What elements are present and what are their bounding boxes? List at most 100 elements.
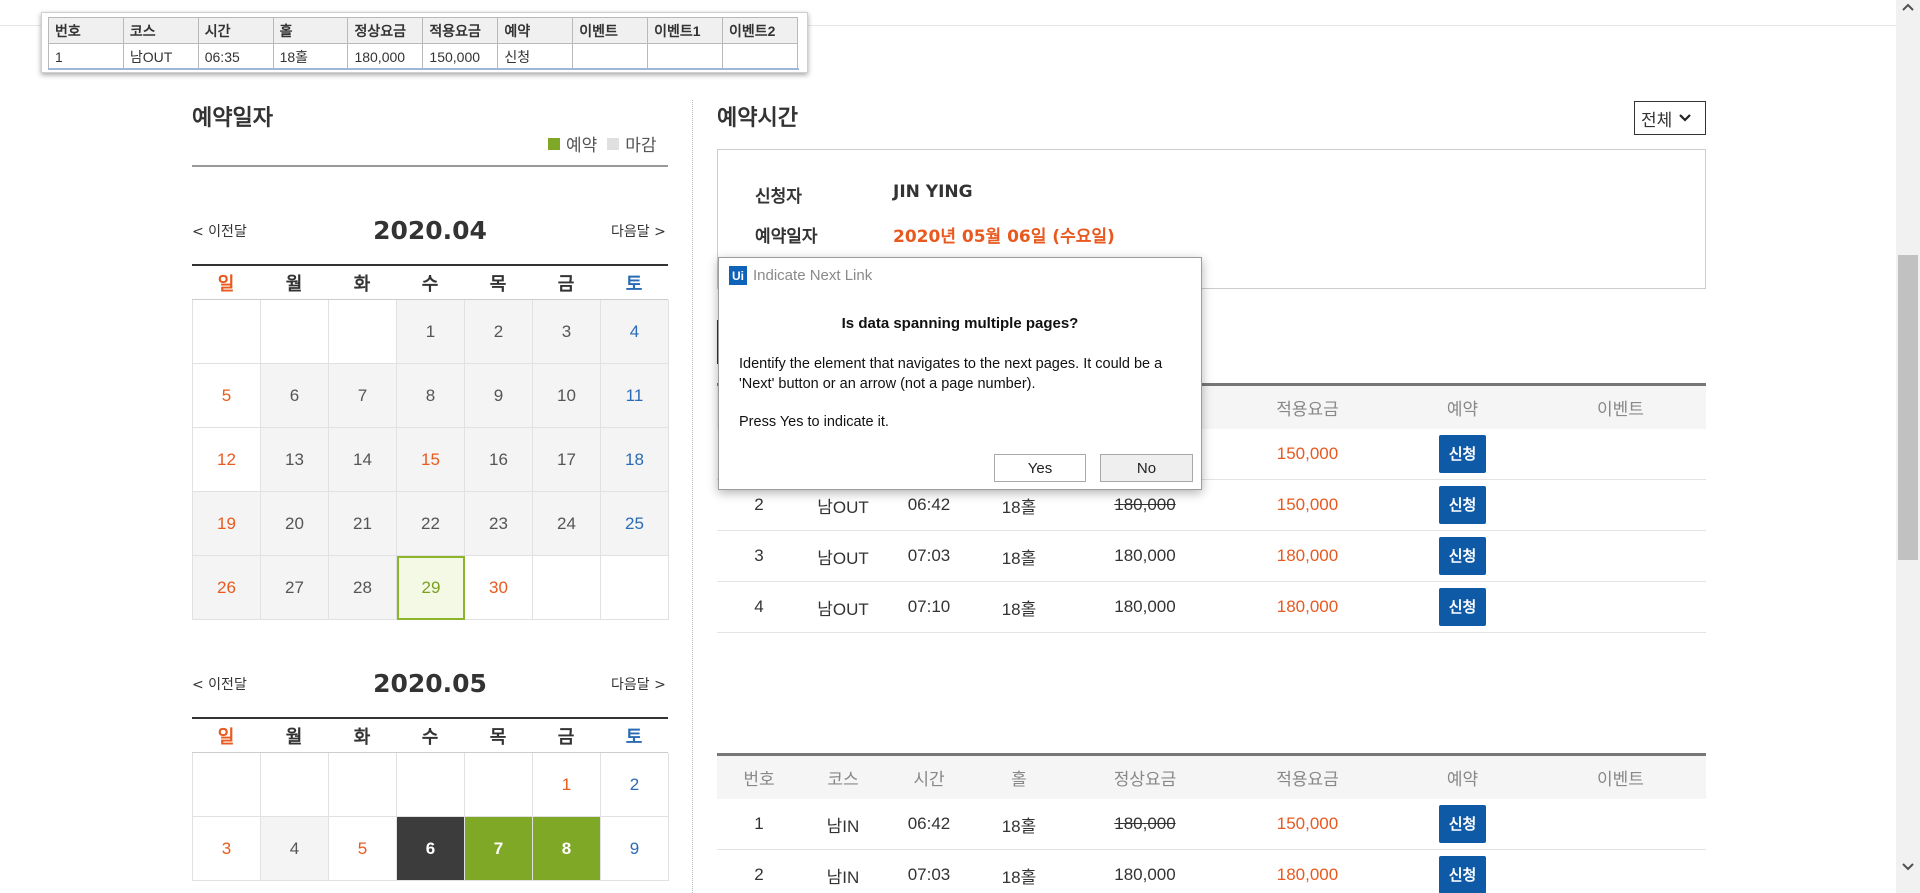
- course-cell: 남IN: [826, 816, 860, 836]
- course-filter-select[interactable]: 전체: [1634, 101, 1706, 135]
- calendar-day[interactable]: 1: [533, 753, 601, 817]
- calendar-day[interactable]: 23: [465, 492, 533, 556]
- preview-cell: 180,000: [347, 43, 424, 70]
- vertical-scrollbar[interactable]: [1896, 0, 1920, 893]
- next-month-link[interactable]: 다음달 >: [611, 221, 666, 241]
- reservation-time-title: 예약시간: [717, 106, 798, 131]
- calendar-day[interactable]: 3: [533, 300, 601, 364]
- calendar-day[interactable]: 4: [601, 300, 669, 364]
- calendar-day[interactable]: 5: [193, 364, 261, 428]
- preview-cell: [572, 43, 649, 70]
- course-cell: 남OUT: [817, 497, 869, 517]
- calendar-day[interactable]: 5: [329, 817, 397, 881]
- apply-button[interactable]: 신청: [1438, 856, 1487, 893]
- calendar-day[interactable]: 8: [533, 817, 601, 881]
- apply-button[interactable]: 신청: [1438, 486, 1487, 524]
- table-header-cell: 적용요금: [1276, 770, 1339, 790]
- calendar-may: 일 월 화 수 목 금 토 12 3456789: [192, 717, 669, 881]
- row-number: 1: [754, 814, 764, 833]
- normal-price-cell: 180,000: [1114, 865, 1176, 884]
- calendar-day[interactable]: 10: [533, 364, 601, 428]
- calendar-day[interactable]: 6: [261, 364, 329, 428]
- yes-button[interactable]: Yes: [994, 454, 1086, 482]
- weekday-label: 금: [557, 273, 575, 295]
- scroll-down-icon[interactable]: [1896, 860, 1920, 876]
- table-header-cell: 홀: [1011, 770, 1027, 790]
- reserve-cell: 신청: [1390, 486, 1535, 524]
- calendar-day[interactable]: 20: [261, 492, 329, 556]
- calendar-day[interactable]: 30: [465, 556, 533, 620]
- hole-cell: 18홀: [1001, 867, 1037, 887]
- chevron-down-icon: [1678, 108, 1692, 128]
- weekday-label: 수: [421, 273, 439, 295]
- preview-cell: 150,000: [422, 43, 499, 70]
- date-label: 예약일자: [755, 227, 818, 247]
- weekday-label: 토: [625, 726, 643, 748]
- preview-cell: 신청: [497, 43, 574, 70]
- dialog-prompt: Press Yes to indicate it.: [739, 414, 889, 430]
- calendar-empty-cell: [601, 556, 669, 620]
- calendar-day[interactable]: 14: [329, 428, 397, 492]
- calendar-day[interactable]: 24: [533, 492, 601, 556]
- scrollbar-thumb[interactable]: [1898, 255, 1918, 560]
- preview-header-cell: 홀: [272, 17, 349, 44]
- row-number: 2: [754, 495, 764, 514]
- calendar-day[interactable]: 27: [261, 556, 329, 620]
- calendar-day[interactable]: 22: [397, 492, 465, 556]
- calendar-day[interactable]: 9: [465, 364, 533, 428]
- weekday-header: 일월화수목금토: [192, 717, 668, 753]
- apply-button[interactable]: 신청: [1438, 537, 1487, 575]
- weekday-label: 목: [489, 273, 507, 295]
- calendar-day[interactable]: 2: [465, 300, 533, 364]
- preview-header-cell: 예약: [497, 17, 574, 44]
- prev-month-link[interactable]: < 이전달: [192, 221, 247, 241]
- calendar-day[interactable]: 15: [397, 428, 465, 492]
- indicate-next-link-dialog: Ui Indicate Next Link Is data spanning m…: [718, 257, 1202, 490]
- calendar-day[interactable]: 18: [601, 428, 669, 492]
- preview-cell: 1: [48, 43, 124, 70]
- weekday-label: 화: [353, 273, 371, 295]
- calendar-day[interactable]: 12: [193, 428, 261, 492]
- weekday-label: 일: [217, 726, 235, 748]
- calendar-legend: 예약 마감: [548, 131, 657, 156]
- calendar-day[interactable]: 2: [601, 753, 669, 817]
- no-button[interactable]: No: [1100, 454, 1193, 482]
- calendar-day[interactable]: 28: [329, 556, 397, 620]
- calendar-day[interactable]: 8: [397, 364, 465, 428]
- normal-price-cell: 180,000: [1114, 814, 1176, 833]
- closed-legend-label: 마감: [625, 136, 657, 156]
- calendar-day[interactable]: 7: [329, 364, 397, 428]
- prev-month-link[interactable]: < 이전달: [192, 674, 247, 694]
- calendar-day[interactable]: 25: [601, 492, 669, 556]
- calendar-day[interactable]: 17: [533, 428, 601, 492]
- preview-cell: 남OUT: [122, 43, 199, 70]
- time-cell: 06:42: [907, 495, 951, 514]
- apply-button[interactable]: 신청: [1438, 588, 1487, 626]
- preview-header-cell: 이벤트1: [647, 17, 723, 44]
- time-cell: 07:03: [907, 546, 951, 565]
- apply-button[interactable]: 신청: [1438, 435, 1487, 473]
- calendar-day[interactable]: 21: [329, 492, 397, 556]
- hole-cell: 18홀: [1001, 548, 1037, 568]
- calendar-day[interactable]: 13: [261, 428, 329, 492]
- calendar-day[interactable]: 3: [193, 817, 261, 881]
- calendar-day[interactable]: 6: [397, 817, 465, 881]
- scroll-up-icon[interactable]: [1896, 0, 1920, 16]
- preview-cell: 06:35: [197, 43, 274, 70]
- apply-button[interactable]: 신청: [1438, 805, 1487, 843]
- hole-cell: 18홀: [1001, 599, 1037, 619]
- calendar-day[interactable]: 19: [193, 492, 261, 556]
- calendar-day[interactable]: 7: [465, 817, 533, 881]
- calendar-day[interactable]: 29: [397, 556, 465, 620]
- calendar-day[interactable]: 1: [397, 300, 465, 364]
- course-cell: 남OUT: [817, 599, 869, 619]
- calendar-empty-cell: [329, 753, 397, 817]
- calendar-day[interactable]: 4: [261, 817, 329, 881]
- calendar-day[interactable]: 26: [193, 556, 261, 620]
- calendar-day[interactable]: 9: [601, 817, 669, 881]
- calendar-month-title: 2020.04: [373, 216, 487, 245]
- next-month-link[interactable]: 다음달 >: [611, 674, 666, 694]
- calendar-day[interactable]: 11: [601, 364, 669, 428]
- calendar-day[interactable]: 16: [465, 428, 533, 492]
- calendar-empty-cell: [397, 753, 465, 817]
